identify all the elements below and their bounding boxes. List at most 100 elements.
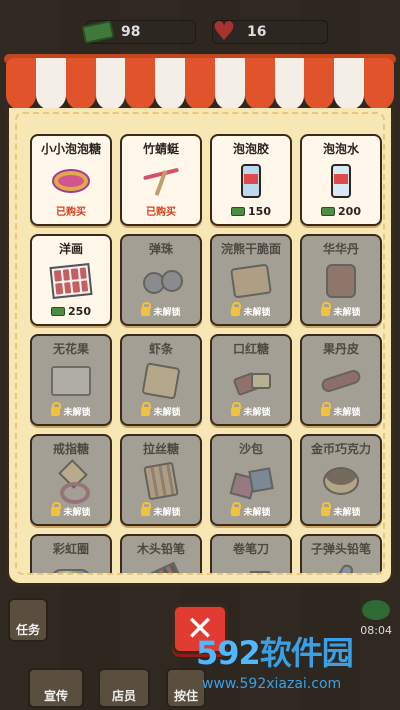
shop-item-card[interactable]: 虾条 未解锁 [120,334,202,426]
item-name: 金币巧克力 [310,442,371,456]
item-status: 未解锁 [153,508,181,518]
resource-bar: 98 ♥ 16 [0,19,400,46]
fig-packs-icon [44,361,98,401]
rainbow-spring-icon [44,561,98,573]
lock-icon [141,302,152,316]
hearts-value: 16 [247,24,267,40]
shop-item-card[interactable]: 拉丝糖 未解锁 [120,434,202,526]
sandbag-icon [224,461,278,501]
item-status: 未解锁 [63,508,91,518]
shop-item-card[interactable]: 小小泡泡糖 已购买 [30,134,112,226]
shop-panel: 小小泡泡糖 已购买 竹蜻蜓 已购买 泡泡胶 150 泡泡水 200 洋画 250… [6,108,394,586]
item-status: 未解锁 [333,508,361,518]
item-name: 小小泡泡糖 [40,142,101,156]
pull-candy-icon [134,461,188,501]
cash-icon [321,207,336,216]
shop-item-card[interactable]: 泡泡胶 150 [210,134,292,226]
lock-icon [231,402,242,416]
lock-icon [141,502,152,516]
bubble-glue-icon [224,161,278,201]
lock-icon [141,402,152,416]
item-name: 华华丹 [322,242,359,256]
cash-icon [81,17,115,47]
item-status: 已购买 [56,207,86,218]
item-name: 泡泡水 [322,142,359,156]
bubble-water-icon [314,161,368,201]
staff-button[interactable]: 店员 [98,668,150,708]
hearts-counter: ♥ 16 [212,19,328,45]
shop-item-card[interactable]: 华华丹 未解锁 [300,234,382,326]
task-label: 任务 [15,623,40,637]
shop-awning [6,58,394,110]
lipstick-candy-icon [224,361,278,401]
item-name: 卷笔刀 [232,542,269,556]
marbles-icon [134,261,188,301]
plant-icon [362,600,390,620]
shop-item-card[interactable]: 彩虹圈 [30,534,112,573]
watermark-url: www.592xiazai.com [202,676,342,692]
item-name: 子弹头铅笔 [310,542,371,556]
lock-icon [231,502,242,516]
shop-item-card[interactable]: 沙包 未解锁 [210,434,292,526]
lock-icon [231,302,242,316]
bullet-pencil-icon [314,561,368,573]
shop-item-card[interactable]: 金币巧克力 未解锁 [300,434,382,526]
lock-icon [321,402,332,416]
task-button[interactable]: 任务 [8,598,48,642]
shop-panel-inner[interactable]: 小小泡泡糖 已购买 竹蜻蜓 已购买 泡泡胶 150 泡泡水 200 洋画 250… [15,112,385,575]
shop-item-card[interactable]: 子弹头铅笔 [300,534,382,573]
item-name: 果丹皮 [322,342,359,356]
fruit-roll-icon [314,361,368,401]
site-watermark: 592软件园 www.592xiazai.com [196,628,400,710]
item-status: 未解锁 [333,308,361,318]
candy-tin-icon [44,161,98,201]
promo-label: 宣传 [43,689,68,703]
wood-pencils-icon [134,561,188,573]
ring-candy-icon [44,461,98,504]
noodle-snack-icon [224,261,278,301]
item-status: 未解锁 [243,308,271,318]
watermark-logo-number: 592 [196,634,261,672]
lock-icon [321,502,332,516]
item-name: 彩虹圈 [52,542,89,556]
item-name: 拉丝糖 [142,442,179,456]
item-status: 未解锁 [333,408,361,418]
item-name: 口红糖 [232,342,269,356]
lock-icon [51,502,62,516]
shop-item-grid: 小小泡泡糖 已购买 竹蜻蜓 已购买 泡泡胶 150 泡泡水 200 洋画 250… [30,134,382,573]
shop-item-card[interactable]: 戒指糖 未解锁 [30,434,112,526]
shop-item-card[interactable]: 泡泡水 200 [300,134,382,226]
shop-item-card[interactable]: 弹珠 未解锁 [120,234,202,326]
shop-item-card[interactable]: 卷笔刀 [210,534,292,573]
item-status: 未解锁 [63,408,91,418]
staff-label: 店员 [111,689,136,703]
item-name: 弹珠 [148,242,173,256]
item-name: 虾条 [148,342,173,356]
watermark-logo: 592软件园 [196,628,400,674]
money-counter: 98 [81,20,196,44]
item-name: 浣熊干脆面 [220,242,281,256]
item-name: 泡泡胶 [232,142,269,156]
lock-icon [51,402,62,416]
lock-icon [321,302,332,316]
shop-item-card[interactable]: 果丹皮 未解锁 [300,334,382,426]
heart-icon: ♥ [212,17,236,47]
shop-item-card[interactable]: 浣熊干脆面 未解锁 [210,234,292,326]
hold-label: 按住 [173,689,198,703]
item-status: 未解锁 [153,408,181,418]
sharpener-icon [224,561,278,573]
promo-button[interactable]: 宣传 [28,668,84,708]
shrimp-chips-icon [134,361,188,401]
shop-item-card[interactable]: 洋画 250 [30,234,112,326]
shop-item-card[interactable]: 口红糖 未解锁 [210,334,292,426]
picture-cards-icon [44,261,98,301]
coin-chocolate-icon [314,461,368,501]
shop-item-card[interactable]: 木头铅笔 [120,534,202,573]
item-price: 150 [248,205,271,218]
item-status: 未解锁 [153,308,181,318]
item-name: 木头铅笔 [136,542,185,556]
item-status: 已购买 [146,207,176,218]
item-status: 未解锁 [243,508,271,518]
shop-item-card[interactable]: 竹蜻蜓 已购买 [120,134,202,226]
shop-item-card[interactable]: 无花果 未解锁 [30,334,112,426]
